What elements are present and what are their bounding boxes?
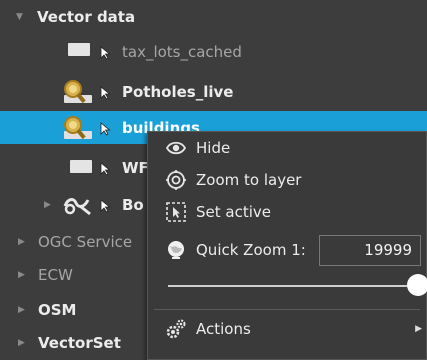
submenu-arrow-icon: ▶: [415, 324, 422, 334]
tree-label: tax_lots_cached: [122, 43, 242, 61]
collapsed-arrow-icon[interactable]: ▶: [18, 270, 25, 280]
raster-layer-icon: [70, 160, 92, 173]
expanded-arrow-icon[interactable]: ▼: [16, 12, 23, 22]
menu-item-zoom-to-layer[interactable]: Zoom to layer: [148, 165, 426, 195]
globe-icon: [168, 241, 184, 259]
raster-layer-icon: [68, 43, 90, 56]
layer-context-menu: Hide Zoom to layer Set active Quick Zoom…: [147, 131, 427, 360]
collapsed-arrow-icon[interactable]: ▶: [18, 237, 25, 247]
collapsed-arrow-icon[interactable]: ▶: [44, 200, 51, 210]
menu-item-label: Zoom to layer: [196, 171, 302, 189]
pointer-cursor-icon: [100, 199, 111, 213]
tree-label: ECW: [38, 266, 73, 284]
search-layer-icon: [64, 116, 92, 140]
quick-zoom-slider-track[interactable]: [168, 285, 418, 287]
tree-label: WF: [122, 159, 149, 177]
pointer-cursor-icon: [100, 122, 111, 136]
pointer-cursor-icon: [100, 86, 111, 100]
search-layer-icon: [64, 80, 92, 104]
quick-zoom-input[interactable]: 19999: [319, 235, 421, 266]
vector-group-icon: [63, 198, 91, 216]
pointer-cursor-icon: [100, 162, 111, 176]
tree-label: OSM: [38, 301, 77, 319]
menu-item-set-active[interactable]: Set active: [148, 197, 426, 227]
target-icon: [166, 170, 186, 190]
tree-label: Bo: [122, 196, 144, 214]
tree-row-potholes-live[interactable]: Potholes_live: [0, 76, 427, 108]
quick-zoom-label: Quick Zoom 1:: [196, 241, 306, 259]
quick-zoom-slider-handle[interactable]: [407, 274, 427, 296]
menu-item-actions[interactable]: Actions ▶: [148, 314, 426, 344]
menu-item-label: Set active: [196, 203, 271, 221]
collapsed-arrow-icon[interactable]: ▶: [18, 305, 25, 315]
tree-label: VectorSet: [38, 334, 121, 352]
cursor-box-icon: [166, 202, 186, 222]
tree-row-tax-lots-cached[interactable]: tax_lots_cached: [0, 36, 427, 68]
menu-divider: [154, 309, 420, 310]
menu-item-hide[interactable]: Hide: [148, 133, 426, 163]
tree-row-vector-data[interactable]: ▼ Vector data: [0, 1, 427, 33]
eye-icon: [165, 141, 187, 155]
pointer-cursor-icon: [100, 46, 111, 60]
menu-item-label: Actions: [196, 320, 251, 338]
tree-label: OGC Service: [38, 233, 133, 251]
collapsed-arrow-icon[interactable]: ▶: [18, 338, 25, 348]
menu-item-label: Hide: [196, 139, 231, 157]
gears-icon: [166, 319, 186, 339]
tree-label: Potholes_live: [122, 83, 234, 101]
tree-label: Vector data: [37, 8, 136, 26]
